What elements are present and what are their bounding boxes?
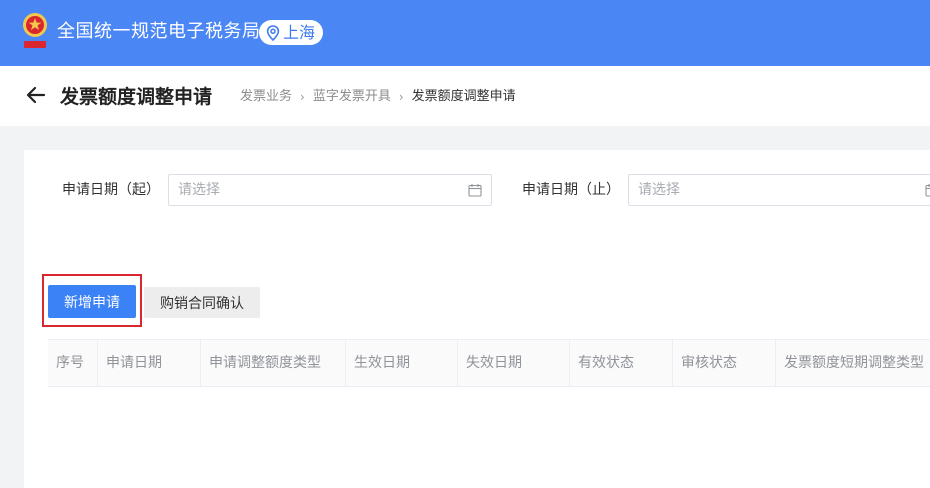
breadcrumb-item-blue-invoice[interactable]: 蓝字发票开具 (313, 88, 391, 106)
start-date-placeholder: 请选择 (178, 182, 220, 198)
column-header-expiry-date[interactable]: 失效日期 (458, 340, 570, 386)
table-header: 序号 申请日期 申请调整额度类型 生效日期 失效日期 有效状态 审核状态 发票额… (48, 339, 930, 387)
breadcrumb-item-current: 发票额度调整申请 (411, 89, 516, 104)
end-date-label: 申请日期（止） (522, 182, 620, 198)
location-pin-icon (266, 24, 280, 41)
column-header-apply-date[interactable]: 申请日期 (98, 340, 201, 386)
start-date-input[interactable]: 请选择 (168, 174, 492, 206)
back-arrow-icon[interactable] (26, 86, 46, 104)
start-date-label: 申请日期（起） (62, 182, 160, 198)
end-date-input[interactable]: 请选择 (628, 174, 930, 206)
location-label: 上海 (283, 22, 316, 42)
column-header-index[interactable]: 序号 (48, 340, 98, 386)
column-header-effective-date[interactable]: 生效日期 (346, 340, 458, 386)
breadcrumb: 发票业务 › 蓝字发票开具 › 发票额度调整申请 (240, 88, 516, 106)
brand-title: 全国统一规范电子税务局 (57, 21, 261, 42)
breadcrumb-item-invoice-business[interactable]: 发票业务 (240, 88, 292, 106)
page-title: 发票额度调整申请 (60, 86, 213, 108)
chevron-right-icon: › (300, 90, 305, 104)
end-date-placeholder: 请选择 (638, 182, 680, 198)
calendar-icon (925, 184, 930, 197)
column-header-short-term-type[interactable]: 发票额度短期调整类型 (776, 340, 930, 386)
location-selector[interactable]: 上海 (259, 20, 324, 45)
calendar-icon (468, 184, 482, 197)
contract-confirm-button[interactable]: 购销合同确认 (144, 287, 260, 318)
new-application-button[interactable]: 新增申请 (48, 285, 136, 318)
column-header-review-status[interactable]: 审核状态 (673, 340, 776, 386)
chevron-right-icon: › (398, 90, 404, 104)
national-emblem-icon (23, 13, 47, 48)
column-header-adjust-type[interactable]: 申请调整额度类型 (201, 340, 346, 386)
column-header-valid-status[interactable]: 有效状态 (570, 340, 673, 386)
